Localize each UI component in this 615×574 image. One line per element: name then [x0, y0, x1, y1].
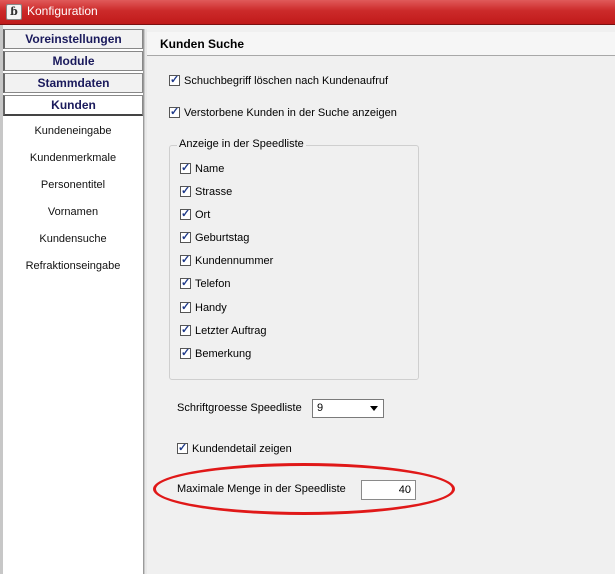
- checkbox[interactable]: [169, 105, 180, 119]
- field-label: Handy: [195, 302, 227, 314]
- field-label: Ort: [195, 209, 211, 221]
- field-label: Telefon: [195, 278, 231, 290]
- red-highlight-ellipse: [153, 463, 455, 515]
- checkbox[interactable]: [180, 276, 191, 290]
- sidebar-item-personentitel[interactable]: Personentitel: [3, 172, 143, 199]
- checkbox[interactable]: [180, 323, 191, 337]
- field-label: Strasse: [195, 186, 233, 198]
- field-label: Letzter Auftrag: [195, 325, 267, 337]
- panel-header: Kunden Suche: [147, 32, 615, 56]
- app-logo-icon: ɓ: [6, 4, 22, 20]
- speedlist-field-letzter-auftrag[interactable]: Letzter Auftrag: [180, 323, 267, 339]
- checkbox[interactable]: [177, 441, 188, 455]
- option-label: Schuchbegriff löschen nach Kundenaufruf: [184, 75, 389, 87]
- sidebar-item-refraktionseingabe[interactable]: Refraktionseingabe: [3, 253, 143, 280]
- speedlist-field-kundennummer[interactable]: Kundennummer: [180, 253, 273, 269]
- checkbox[interactable]: [180, 300, 191, 314]
- nav-header-voreinstellungen[interactable]: Voreinstellungen: [3, 29, 143, 49]
- checkbox[interactable]: [180, 207, 191, 221]
- sidebar-item-kundeneingabe[interactable]: Kundeneingabe: [3, 118, 143, 145]
- sidebar-item-vornamen[interactable]: Vornamen: [3, 199, 143, 226]
- checkbox[interactable]: [180, 184, 191, 198]
- checkbox[interactable]: [180, 161, 191, 175]
- window-title: Konfiguration: [27, 4, 98, 18]
- font-size-value: 9: [317, 402, 324, 414]
- speedlist-field-ort[interactable]: Ort: [180, 207, 210, 223]
- sidebar-item-kundenmerkmale[interactable]: Kundenmerkmale: [3, 145, 143, 172]
- title-bar: ɓ Konfiguration: [0, 0, 615, 25]
- font-size-label: Schriftgroesse Speedliste: [177, 402, 302, 414]
- speedlist-group-title: Anzeige in der Speedliste: [177, 138, 306, 150]
- chevron-down-icon[interactable]: [370, 406, 378, 411]
- field-label: Geburtstag: [195, 232, 250, 244]
- speedlist-field-telefon[interactable]: Telefon: [180, 276, 230, 292]
- nav-header-module[interactable]: Module: [3, 51, 143, 71]
- field-label: Kundennummer: [195, 255, 274, 267]
- speedlist-field-handy[interactable]: Handy: [180, 300, 227, 316]
- field-label: Name: [195, 163, 225, 175]
- speedlist-field-geburtstag[interactable]: Geburtstag: [180, 230, 249, 246]
- option-kundendetail[interactable]: Kundendetail zeigen: [177, 441, 292, 457]
- speedlist-field-bemerkung[interactable]: Bemerkung: [180, 346, 251, 362]
- main-panel: Kunden Suche Schuchbegriff löschen nach …: [147, 29, 615, 574]
- speedlist-field-strasse[interactable]: Strasse: [180, 184, 232, 200]
- font-size-select[interactable]: 9: [312, 399, 384, 418]
- option-label: Verstorbene Kunden in der Suche anzeigen: [184, 107, 397, 119]
- page-title: Kunden Suche: [160, 37, 245, 51]
- checkbox[interactable]: [180, 230, 191, 244]
- nav-header-stammdaten[interactable]: Stammdaten: [3, 73, 143, 93]
- field-label: Bemerkung: [195, 348, 252, 360]
- option-clear-search[interactable]: Schuchbegriff löschen nach Kundenaufruf: [169, 73, 388, 89]
- nav-header-kunden[interactable]: Kunden: [3, 95, 143, 116]
- checkbox[interactable]: [180, 346, 191, 360]
- checkbox[interactable]: [169, 73, 180, 87]
- speedlist-field-name[interactable]: Name: [180, 161, 224, 177]
- checkbox[interactable]: [180, 253, 191, 267]
- sidebar-item-kundensuche[interactable]: Kundensuche: [3, 226, 143, 253]
- sidebar: Voreinstellungen Module Stammdaten Kunde…: [3, 29, 149, 574]
- option-show-deceased[interactable]: Verstorbene Kunden in der Suche anzeigen: [169, 105, 397, 121]
- option-label: Kundendetail zeigen: [192, 443, 292, 455]
